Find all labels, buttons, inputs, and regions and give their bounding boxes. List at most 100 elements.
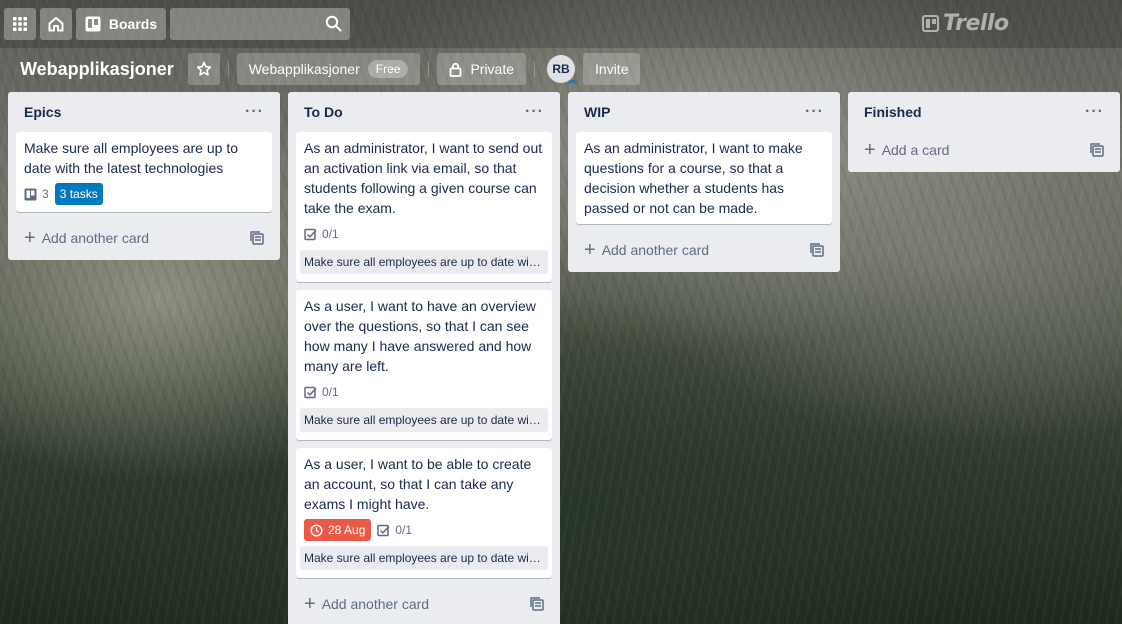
boards-button[interactable]: Boards [76,8,166,40]
checklist-icon [304,228,317,240]
list-title[interactable]: Finished [864,104,922,120]
checklist-icon [304,386,317,398]
checklist-badge: 0/1 [304,224,339,244]
attachments-badge: 3 [24,184,49,204]
card-title: Make sure all employees are up to date w… [24,140,238,176]
board-icon [85,16,101,32]
card-template-icon[interactable] [1090,143,1104,157]
list-epics: Epics ··· Make sure all employees are up… [8,92,280,260]
search-input[interactable] [170,8,350,40]
header-divider [534,61,536,77]
search-field[interactable] [170,8,350,40]
card-template-icon[interactable] [250,231,264,245]
visibility-label: Private [470,61,515,77]
list-menu-icon[interactable]: ··· [1085,103,1104,121]
add-card-button[interactable]: + Add another card [304,593,430,615]
trello-logo[interactable]: Trello [922,11,1009,36]
card[interactable]: As a user, I want to be able to create a… [296,448,552,578]
logo-text: Trello [943,11,1009,36]
plus-icon: + [584,239,596,261]
star-icon [196,61,212,76]
list-footer: + Add a card [856,132,1112,168]
list-header[interactable]: To Do ··· [296,92,552,132]
trello-logo-icon [922,15,939,32]
list-footer: + Add another card [16,220,272,256]
checklist-badge: 0/1 [377,520,412,540]
add-card-button[interactable]: + Add another card [584,239,710,261]
header-divider [227,61,229,77]
card[interactable]: Make sure all employees are up to date w… [16,132,272,212]
apps-switcher-button[interactable] [4,8,36,40]
card-title: As an administrator, I want to make ques… [584,140,803,216]
member-avatar[interactable]: RB ︽ [547,55,578,85]
epic-reference[interactable]: Make sure all employees are up to date w… [300,408,548,432]
list-menu-icon[interactable]: ··· [525,103,544,121]
card-template-icon[interactable] [810,243,824,257]
add-card-button[interactable]: + Add a card [864,139,950,161]
invite-label: Invite [595,61,629,77]
checklist-icon [377,524,390,536]
team-label: Webapplikasjoner [248,61,360,77]
checklist-badge: 0/1 [304,382,339,402]
list-header[interactable]: WIP ··· [576,92,832,132]
board-link-icon [24,188,37,200]
due-date-badge[interactable]: 28 Aug [304,519,372,541]
add-card-label: Add another card [601,242,710,258]
card[interactable]: As an administrator, I want to send out … [296,132,552,282]
list-footer: + Add another card [296,586,552,622]
card-badges: 0/1 [304,222,544,246]
checklist-count: 0/1 [322,227,339,241]
board-header: Webapplikasjoner Webapplikasjoner Free P… [0,48,1122,90]
plus-icon: + [864,139,876,161]
list-title[interactable]: Epics [24,104,61,120]
add-card-label: Add another card [321,596,430,612]
list-title[interactable]: WIP [584,104,610,120]
epic-reference[interactable]: Make sure all employees are up to date w… [300,250,548,274]
lock-icon [450,62,462,77]
card-badges: 28 Aug 0/1 [304,518,544,542]
add-card-button[interactable]: + Add another card [24,227,150,249]
checklist-count: 0/1 [322,385,339,399]
boards-label: Boards [108,16,158,32]
home-icon [48,17,64,32]
clock-icon [310,523,323,537]
invite-button[interactable]: Invite [583,53,641,85]
due-date-label: 28 Aug [328,523,366,537]
tasks-badge: 3 tasks [54,183,103,205]
card-badges: 0/1 [304,380,544,404]
list-finished: Finished ··· + Add a card [848,92,1120,172]
list-title[interactable]: To Do [304,104,343,120]
plus-icon: + [24,227,36,249]
list-footer: + Add another card [576,232,832,268]
plan-badge: Free [367,60,409,78]
team-button[interactable]: Webapplikasjoner Free [236,53,421,85]
checklist-count: 0/1 [395,523,413,537]
add-card-label: Add a card [881,142,950,158]
search-icon[interactable] [325,15,342,32]
admin-chevron-icon: ︽ [568,75,578,85]
list-header[interactable]: Epics ··· [16,92,272,132]
list-header[interactable]: Finished ··· [856,92,1112,132]
card[interactable]: As a user, I want to have an overview ov… [296,290,552,440]
card-title: As a user, I want to be able to create a… [304,456,532,512]
epic-reference[interactable]: Make sure all employees are up to date w… [300,546,548,570]
list-todo: To Do ··· As an administrator, I want to… [288,92,560,624]
board-title[interactable]: Webapplikasjoner [10,53,184,85]
top-header-bar: Boards Trello [0,0,1122,48]
list-wip: WIP ··· As an administrator, I want to m… [568,92,840,272]
header-divider [428,61,430,77]
star-board-button[interactable] [187,53,220,85]
card-badges: 3 3 tasks [24,182,264,206]
attachments-count: 3 [42,187,49,201]
list-menu-icon[interactable]: ··· [805,103,824,121]
card-title: As a user, I want to have an overview ov… [304,298,536,374]
list-menu-icon[interactable]: ··· [245,103,264,121]
card-title: As an administrator, I want to send out … [304,140,543,216]
card[interactable]: As an administrator, I want to make ques… [576,132,832,224]
grid-icon [13,17,27,31]
plus-icon: + [304,593,316,615]
visibility-button[interactable]: Private [437,53,527,85]
add-card-label: Add another card [41,230,150,246]
home-button[interactable] [40,8,72,40]
card-template-icon[interactable] [530,597,544,611]
